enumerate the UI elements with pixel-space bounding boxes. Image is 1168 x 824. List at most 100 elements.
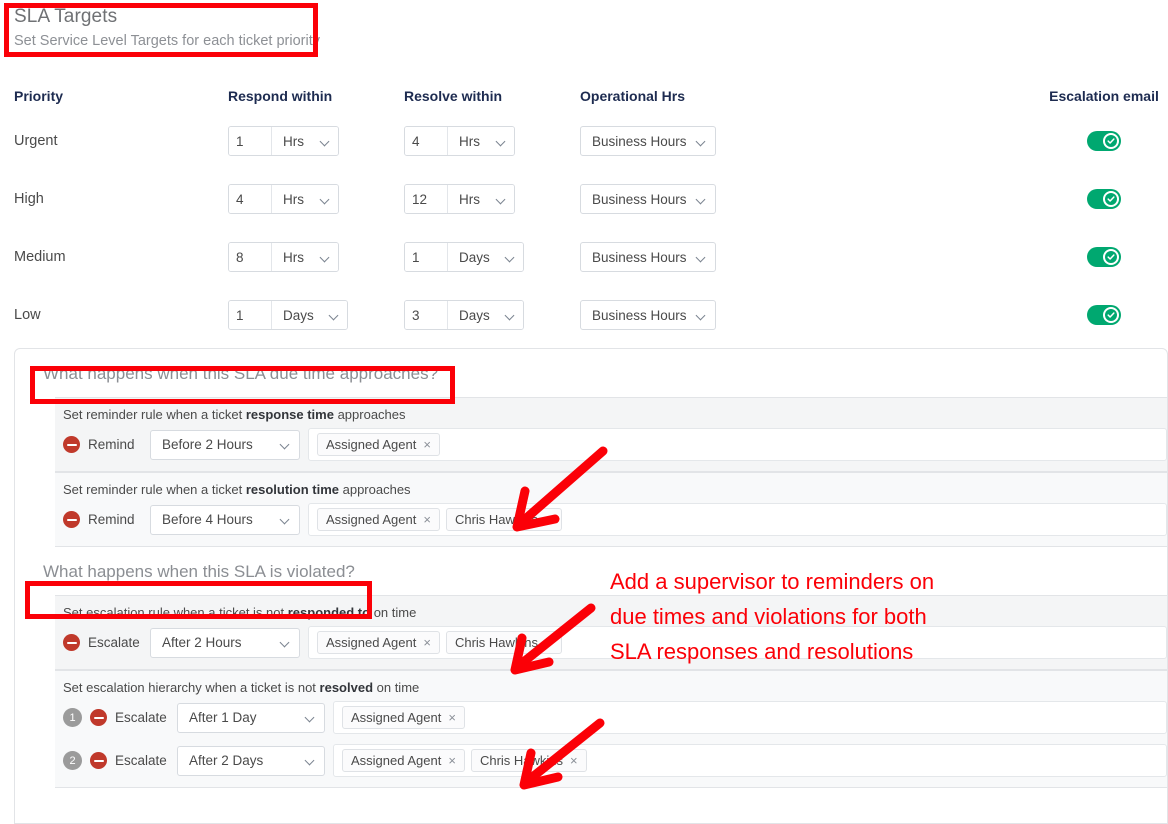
escalation-email-toggle[interactable] bbox=[1087, 305, 1121, 325]
recipients-tagbox[interactable]: Assigned Agent × Chris Hawkins × bbox=[333, 744, 1167, 777]
resolve-unit-label: Days bbox=[459, 249, 490, 265]
chevron-down-icon bbox=[321, 137, 330, 146]
recipient-tag[interactable]: Assigned Agent × bbox=[317, 508, 440, 531]
operational-hours-select[interactable]: Business Hours bbox=[580, 300, 716, 330]
priority-label-low: Low bbox=[14, 307, 41, 323]
response-reminder-panel: Set reminder rule when a ticket response… bbox=[55, 397, 1167, 472]
priority-label-urgent: Urgent bbox=[14, 133, 58, 149]
label-suffix: on time bbox=[373, 680, 420, 695]
remove-tag-icon[interactable]: × bbox=[448, 711, 456, 724]
column-header-respond-within: Respond within bbox=[228, 88, 333, 104]
resolution-reminder-panel: Set reminder rule when a ticket resoluti… bbox=[55, 472, 1167, 547]
respond-unit-select[interactable]: Hrs bbox=[271, 127, 338, 155]
operational-hrs-low: Business Hours bbox=[580, 300, 1040, 330]
remove-rule-icon[interactable] bbox=[90, 752, 107, 769]
remove-rule-icon[interactable] bbox=[90, 709, 107, 726]
resolve-unit-select[interactable]: Hrs bbox=[447, 127, 514, 155]
recipient-name: Assigned Agent bbox=[351, 753, 442, 768]
resolve-input-group: Days bbox=[404, 242, 524, 272]
recipient-tag[interactable]: Assigned Agent × bbox=[342, 706, 465, 729]
respond-within-low: Days bbox=[228, 300, 404, 330]
escalation-email-urgent bbox=[1040, 131, 1168, 151]
remove-tag-icon[interactable]: × bbox=[423, 438, 431, 451]
chevron-down-icon bbox=[506, 253, 515, 262]
respond-unit-select[interactable]: Hrs bbox=[271, 185, 338, 213]
toggle-knob bbox=[1103, 307, 1119, 323]
remove-rule-icon[interactable] bbox=[63, 511, 80, 528]
respond-within-high: Hrs bbox=[228, 184, 404, 214]
remove-tag-icon[interactable]: × bbox=[448, 754, 456, 767]
respond-value-input[interactable] bbox=[229, 127, 271, 155]
escalation-email-low bbox=[1040, 305, 1168, 325]
respond-unit-select[interactable]: Days bbox=[271, 301, 347, 329]
resolve-within-urgent: Hrs bbox=[404, 126, 580, 156]
label-prefix: Set reminder rule when a ticket bbox=[63, 407, 246, 422]
respond-input-group: Hrs bbox=[228, 242, 339, 272]
chevron-down-icon bbox=[697, 311, 706, 320]
escalation-level-row: 1 Escalate After 1 Day Assigned Agent × bbox=[55, 701, 1167, 744]
remove-tag-icon[interactable]: × bbox=[423, 636, 431, 649]
chevron-down-icon bbox=[321, 253, 330, 262]
escalation-email-toggle[interactable] bbox=[1087, 131, 1121, 151]
recipient-tag[interactable]: Assigned Agent × bbox=[342, 749, 465, 772]
recipient-tag[interactable]: Chris Hawkins × bbox=[445, 631, 562, 654]
sla-targets-page: SLA Targets Set Service Level Targets fo… bbox=[0, 0, 1168, 824]
resolve-unit-label: Hrs bbox=[459, 133, 480, 149]
resolve-unit-select[interactable]: Hrs bbox=[447, 185, 514, 213]
respond-value-input[interactable] bbox=[229, 301, 271, 329]
escalation-timing-select[interactable]: After 1 Day bbox=[177, 702, 325, 733]
resolve-value-input[interactable] bbox=[405, 243, 447, 271]
operational-hours-label: Business Hours bbox=[592, 133, 687, 149]
rule-verb: Escalate bbox=[88, 635, 140, 650]
remove-tag-icon[interactable]: × bbox=[570, 754, 578, 767]
recipients-tagbox[interactable]: Assigned Agent × bbox=[308, 428, 1167, 461]
check-icon bbox=[1105, 309, 1117, 321]
recipients-tagbox[interactable]: Assigned Agent × Chris Hawkins × bbox=[308, 503, 1167, 536]
label-prefix: Set escalation hierarchy when a ticket i… bbox=[63, 680, 320, 695]
table-row: Medium Hrs Days bbox=[0, 228, 1168, 286]
reminder-timing-select[interactable]: Before 2 Hours bbox=[150, 429, 300, 460]
escalation-email-toggle[interactable] bbox=[1087, 247, 1121, 267]
escalation-timing-select[interactable]: After 2 Days bbox=[177, 745, 325, 776]
recipient-tag[interactable]: Chris Hawkins × bbox=[470, 749, 587, 772]
remove-tag-icon[interactable]: × bbox=[545, 636, 553, 649]
escalation-level-row: 2 Escalate After 2 Days Assigned Agent ×… bbox=[55, 744, 1167, 787]
recipients-tagbox[interactable]: Assigned Agent × bbox=[333, 701, 1167, 734]
recipient-tag[interactable]: Assigned Agent × bbox=[317, 433, 440, 456]
respond-input-group: Hrs bbox=[228, 126, 339, 156]
reminder-timing-select[interactable]: Before 4 Hours bbox=[150, 504, 300, 535]
recipient-tag[interactable]: Assigned Agent × bbox=[317, 631, 440, 654]
chevron-down-icon bbox=[281, 440, 290, 449]
operational-hours-select[interactable]: Business Hours bbox=[580, 126, 716, 156]
toggle-knob bbox=[1103, 191, 1119, 207]
resolve-value-input[interactable] bbox=[405, 301, 447, 329]
operational-hours-select[interactable]: Business Hours bbox=[580, 242, 716, 272]
check-icon bbox=[1105, 135, 1117, 147]
resolve-unit-select[interactable]: Days bbox=[447, 243, 523, 271]
operational-hours-label: Business Hours bbox=[592, 307, 687, 323]
remove-rule-icon[interactable] bbox=[63, 436, 80, 453]
escalation-email-high bbox=[1040, 189, 1168, 209]
resolve-value-input[interactable] bbox=[405, 127, 447, 155]
remove-rule-icon[interactable] bbox=[63, 634, 80, 651]
table-row: Low Days Days bbox=[0, 286, 1168, 344]
resolve-unit-select[interactable]: Days bbox=[447, 301, 523, 329]
chevron-down-icon bbox=[330, 311, 339, 320]
recipient-name: Assigned Agent bbox=[351, 710, 442, 725]
page-title: SLA Targets bbox=[14, 6, 118, 27]
resolve-within-high: Hrs bbox=[404, 184, 580, 214]
recipient-tag[interactable]: Chris Hawkins × bbox=[445, 508, 562, 531]
table-row: High Hrs Hrs bbox=[0, 170, 1168, 228]
respond-unit-select[interactable]: Hrs bbox=[271, 243, 338, 271]
check-icon bbox=[1105, 193, 1117, 205]
respond-value-input[interactable] bbox=[229, 243, 271, 271]
escalation-level-badge: 2 bbox=[63, 751, 82, 770]
escalation-timing-select[interactable]: After 2 Hours bbox=[150, 627, 300, 658]
respond-value-input[interactable] bbox=[229, 185, 271, 213]
remove-tag-icon[interactable]: × bbox=[423, 513, 431, 526]
resolve-value-input[interactable] bbox=[405, 185, 447, 213]
operational-hours-select[interactable]: Business Hours bbox=[580, 184, 716, 214]
operational-hrs-urgent: Business Hours bbox=[580, 126, 1040, 156]
remove-tag-icon[interactable]: × bbox=[545, 513, 553, 526]
escalation-email-toggle[interactable] bbox=[1087, 189, 1121, 209]
